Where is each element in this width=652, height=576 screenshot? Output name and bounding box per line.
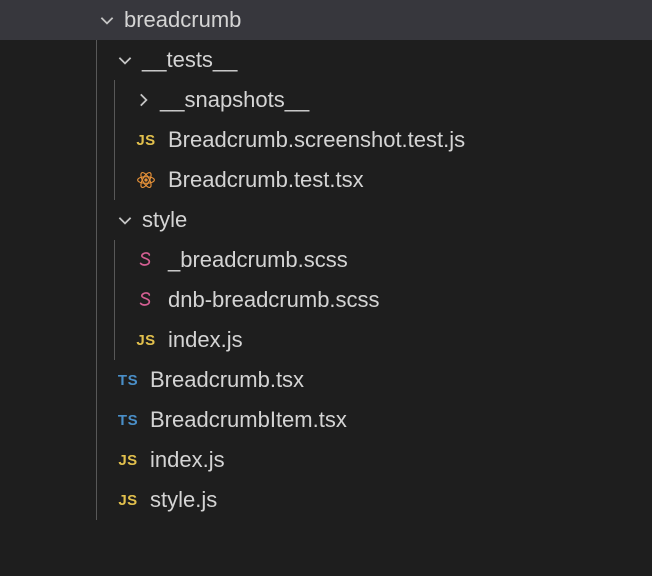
folder-label: __tests__	[142, 47, 237, 73]
file-tree: breadcrumb __tests__ __snapshots__ JS Br…	[0, 0, 652, 576]
react-icon	[132, 170, 160, 190]
file-row-breadcrumb-tsx[interactable]: TS Breadcrumb.tsx	[0, 360, 652, 400]
file-row-index-js[interactable]: JS index.js	[0, 440, 652, 480]
file-label: Breadcrumb.test.tsx	[168, 167, 364, 193]
file-label: BreadcrumbItem.tsx	[150, 407, 347, 433]
file-row-dnb-breadcrumb-scss[interactable]: dnb-breadcrumb.scss	[0, 280, 652, 320]
ts-icon: TS	[114, 412, 142, 429]
file-row-test-tsx[interactable]: Breadcrumb.test.tsx	[0, 160, 652, 200]
js-icon: JS	[114, 492, 142, 509]
js-icon: JS	[132, 132, 160, 149]
file-label: style.js	[150, 487, 217, 513]
file-label: index.js	[168, 327, 243, 353]
folder-label: style	[142, 207, 187, 233]
file-row-breadcrumb-scss[interactable]: _breadcrumb.scss	[0, 240, 652, 280]
sass-icon	[132, 250, 160, 270]
file-row-breadcrumb-item-tsx[interactable]: TS BreadcrumbItem.tsx	[0, 400, 652, 440]
file-label: dnb-breadcrumb.scss	[168, 287, 380, 313]
chevron-right-icon	[132, 89, 154, 111]
file-row-style-index-js[interactable]: JS index.js	[0, 320, 652, 360]
file-row-style-js[interactable]: JS style.js	[0, 480, 652, 520]
sass-icon	[132, 290, 160, 310]
folder-row-breadcrumb[interactable]: breadcrumb	[0, 0, 652, 40]
file-label: Breadcrumb.tsx	[150, 367, 304, 393]
folder-row-style[interactable]: style	[0, 200, 652, 240]
chevron-down-icon	[114, 209, 136, 231]
folder-row-tests[interactable]: __tests__	[0, 40, 652, 80]
file-row-screenshot-test[interactable]: JS Breadcrumb.screenshot.test.js	[0, 120, 652, 160]
folder-label: breadcrumb	[124, 7, 241, 33]
js-icon: JS	[132, 332, 160, 349]
chevron-down-icon	[114, 49, 136, 71]
ts-icon: TS	[114, 372, 142, 389]
chevron-down-icon	[96, 9, 118, 31]
file-label: Breadcrumb.screenshot.test.js	[168, 127, 465, 153]
folder-label: __snapshots__	[160, 87, 309, 113]
file-label: index.js	[150, 447, 225, 473]
js-icon: JS	[114, 452, 142, 469]
file-label: _breadcrumb.scss	[168, 247, 348, 273]
folder-row-snapshots[interactable]: __snapshots__	[0, 80, 652, 120]
